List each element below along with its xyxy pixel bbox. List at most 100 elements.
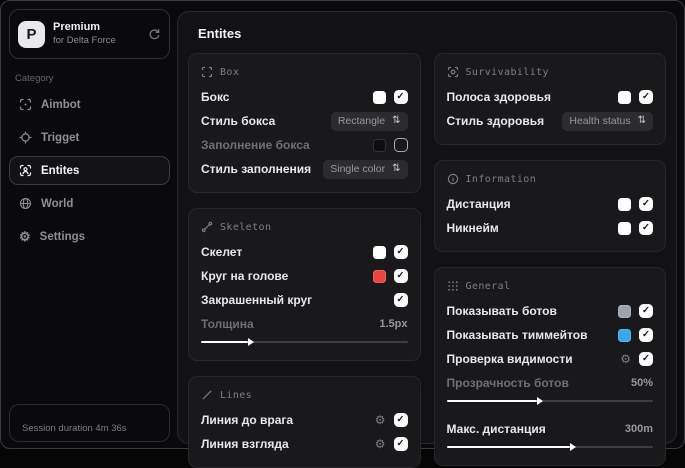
thickness-slider[interactable] bbox=[201, 337, 408, 347]
session-duration-label: Session duration 4m 36s bbox=[22, 423, 127, 434]
checkbox[interactable] bbox=[639, 352, 653, 366]
setting-label: Прозрачность ботов bbox=[446, 376, 569, 390]
checkbox[interactable] bbox=[393, 269, 408, 283]
diagonal-line-icon bbox=[201, 389, 213, 401]
sidebar-item-label: Entites bbox=[41, 164, 80, 177]
information-card: Information Дистанция Никнейм bbox=[433, 160, 666, 252]
box-style-select[interactable]: Rectangle ⇅ bbox=[330, 111, 408, 131]
sidebar-item-trigget[interactable]: Trigget bbox=[9, 123, 170, 152]
color-swatch[interactable] bbox=[618, 197, 631, 211]
setting-label: Стиль здоровья bbox=[446, 114, 545, 128]
survivability-section-header: Survivability bbox=[447, 66, 654, 78]
setting-label: Показывать ботов bbox=[446, 304, 557, 318]
fill-style-select[interactable]: Single color ⇅ bbox=[323, 159, 408, 179]
general-section-header: General bbox=[447, 280, 654, 292]
checkbox[interactable] bbox=[393, 138, 408, 152]
chevron-updown-icon: ⇅ bbox=[392, 115, 401, 126]
premium-subtitle: for Delta Force bbox=[53, 34, 116, 46]
color-swatch[interactable] bbox=[618, 90, 631, 104]
page-title: Entites bbox=[198, 26, 242, 41]
color-swatch[interactable] bbox=[618, 221, 631, 235]
gear-icon: ⚙ bbox=[19, 229, 31, 244]
person-scan-icon bbox=[19, 164, 32, 177]
info-icon bbox=[447, 173, 459, 185]
lines-card: Lines Линия до врага ⚙ Линия взгляда ⚙ bbox=[188, 376, 421, 468]
color-swatch[interactable] bbox=[372, 269, 386, 283]
section-title: Skeleton bbox=[220, 221, 272, 233]
premium-logo: P bbox=[18, 20, 45, 48]
setting-row-filled-circle: Закрашенный круг bbox=[201, 288, 408, 312]
gear-icon[interactable]: ⚙ bbox=[375, 414, 386, 426]
color-swatch[interactable] bbox=[372, 90, 386, 104]
color-swatch[interactable] bbox=[372, 245, 386, 259]
slider-value: 50% bbox=[630, 377, 653, 389]
sidebar-item-label: World bbox=[41, 197, 74, 210]
scan-circle-icon bbox=[447, 66, 459, 78]
slider-thumb[interactable] bbox=[248, 338, 255, 346]
setting-row-bot-opacity: Прозрачность ботов 50% bbox=[447, 371, 654, 395]
left-column: Box Бокс Стиль бокса Rectangle ⇅ bbox=[188, 53, 421, 468]
setting-label: Никнейм bbox=[446, 221, 499, 235]
slider-thumb[interactable] bbox=[537, 397, 544, 405]
setting-label: Стиль бокса bbox=[201, 114, 276, 128]
setting-row-nickname: Никнейм bbox=[446, 216, 653, 240]
sidebar-item-world[interactable]: World bbox=[9, 189, 170, 218]
setting-label: Показывать тиммейтов bbox=[446, 328, 588, 342]
sidebar: P Premium for Delta Force Category Aimbo… bbox=[9, 9, 170, 442]
sidebar-item-aimbot[interactable]: Aimbot bbox=[9, 90, 170, 119]
setting-row-health-style: Стиль здоровья Health status ⇅ bbox=[446, 109, 653, 133]
premium-text: Premium for Delta Force bbox=[53, 21, 140, 47]
checkbox[interactable] bbox=[393, 293, 408, 307]
skeleton-section-header: Skeleton bbox=[201, 221, 408, 233]
crosshair-icon bbox=[19, 131, 32, 144]
slider-thumb[interactable] bbox=[570, 443, 577, 451]
checkbox[interactable] bbox=[639, 304, 653, 318]
slider-fill bbox=[201, 338, 255, 346]
section-title: Information bbox=[465, 173, 537, 185]
setting-label: Бокс bbox=[201, 90, 230, 104]
sidebar-item-label: Aimbot bbox=[41, 98, 81, 111]
premium-title: Premium bbox=[53, 21, 101, 34]
checkbox[interactable] bbox=[393, 413, 408, 427]
checkbox[interactable] bbox=[393, 245, 408, 259]
setting-row-distance: Дистанция bbox=[447, 192, 653, 216]
checkbox[interactable] bbox=[639, 328, 653, 342]
setting-label: Круг на голове bbox=[201, 269, 289, 283]
gear-icon[interactable]: ⚙ bbox=[375, 438, 386, 450]
chevron-updown-icon: ⇅ bbox=[637, 115, 646, 126]
slider-value: 300m bbox=[624, 423, 653, 435]
health-style-select[interactable]: Health status ⇅ bbox=[562, 111, 653, 131]
box-brackets-icon bbox=[201, 66, 213, 78]
sync-icon[interactable] bbox=[148, 28, 161, 41]
sidebar-item-settings[interactable]: ⚙ Settings bbox=[9, 222, 170, 251]
slider-value: 1.5px bbox=[379, 318, 408, 330]
box-card: Box Бокс Стиль бокса Rectangle ⇅ bbox=[188, 53, 421, 193]
bot-opacity-slider[interactable] bbox=[446, 396, 653, 406]
color-swatch[interactable] bbox=[618, 328, 631, 342]
setting-row-skeleton: Скелет bbox=[201, 240, 408, 264]
section-title: Box bbox=[220, 66, 240, 78]
setting-row-thickness: Толщина 1.5px bbox=[201, 312, 408, 336]
section-title: Lines bbox=[220, 389, 253, 401]
sidebar-item-label: Settings bbox=[39, 230, 86, 243]
gear-icon[interactable]: ⚙ bbox=[620, 353, 631, 365]
premium-card: P Premium for Delta Force bbox=[9, 9, 170, 59]
color-swatch[interactable] bbox=[618, 304, 631, 318]
setting-label: Проверка видимости bbox=[446, 352, 573, 366]
checkbox[interactable] bbox=[639, 90, 653, 104]
select-value: Health status bbox=[569, 115, 631, 127]
chevron-updown-icon: ⇅ bbox=[392, 163, 401, 174]
checkbox[interactable] bbox=[639, 197, 653, 211]
setting-label: Стиль заполнения bbox=[201, 162, 312, 176]
max-distance-slider[interactable] bbox=[446, 442, 653, 452]
checkbox[interactable] bbox=[393, 90, 408, 104]
setting-row-fill-style: Стиль заполнения Single color ⇅ bbox=[201, 157, 408, 181]
setting-row-box-style: Стиль бокса Rectangle ⇅ bbox=[201, 109, 408, 133]
bone-icon bbox=[201, 221, 213, 233]
sidebar-item-entites[interactable]: Entites bbox=[9, 156, 170, 185]
setting-row-box: Бокс bbox=[201, 85, 408, 109]
general-card: General Показывать ботов Показывать тимм… bbox=[433, 267, 666, 466]
select-value: Single color bbox=[330, 163, 386, 175]
color-swatch[interactable] bbox=[372, 138, 386, 152]
checkbox[interactable] bbox=[639, 221, 653, 235]
